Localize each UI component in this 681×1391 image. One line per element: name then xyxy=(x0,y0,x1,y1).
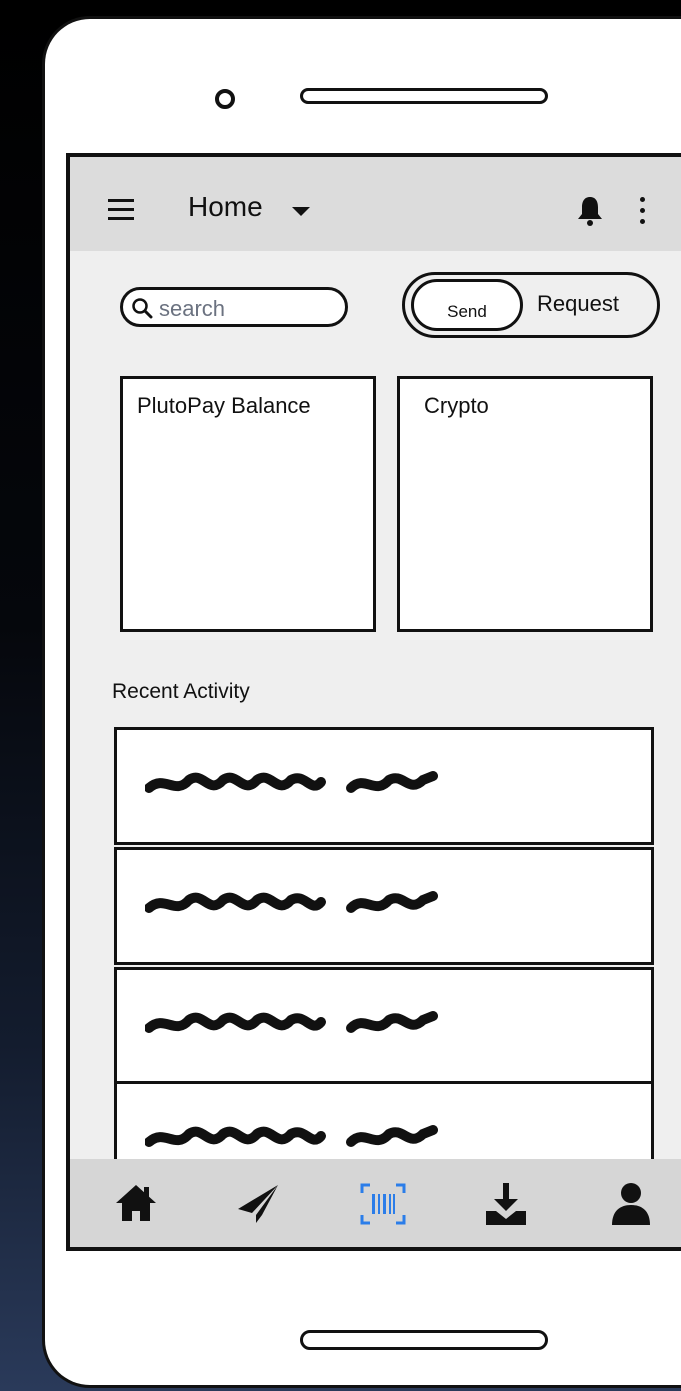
speaker-grille xyxy=(300,88,548,104)
send-icon[interactable] xyxy=(234,1181,282,1225)
hamburger-menu-icon[interactable] xyxy=(108,199,134,221)
search-icon xyxy=(132,298,153,319)
more-options-icon[interactable] xyxy=(640,197,646,225)
bottom-navigation xyxy=(70,1159,681,1247)
notification-bell-icon[interactable] xyxy=(575,195,605,227)
page-title[interactable]: Home xyxy=(188,191,263,223)
profile-icon[interactable] xyxy=(608,1181,654,1227)
activity-row[interactable] xyxy=(114,847,654,965)
app-screen: Home search Send Request PlutoPay Balanc… xyxy=(66,153,681,1251)
scribble-placeholder-icon xyxy=(145,1125,438,1147)
camera-icon xyxy=(215,89,235,109)
crypto-card[interactable]: Crypto xyxy=(397,376,653,632)
search-input[interactable]: search xyxy=(120,287,348,327)
scribble-placeholder-icon xyxy=(145,1011,438,1033)
app-bar: Home xyxy=(70,157,681,251)
home-icon[interactable] xyxy=(112,1181,160,1225)
card-title: Crypto xyxy=(424,393,489,418)
device-home-button[interactable] xyxy=(300,1330,548,1350)
scribble-placeholder-icon xyxy=(145,771,438,793)
send-request-toggle[interactable]: Send Request xyxy=(402,272,660,338)
activity-row[interactable] xyxy=(114,727,654,845)
send-toggle-option[interactable]: Send xyxy=(411,279,523,331)
download-icon[interactable] xyxy=(482,1181,530,1227)
activity-row[interactable] xyxy=(114,967,654,1085)
chevron-down-icon[interactable] xyxy=(292,207,310,216)
request-toggle-option[interactable]: Request xyxy=(537,291,619,317)
search-placeholder: search xyxy=(159,296,226,321)
barcode-scan-icon[interactable] xyxy=(358,1181,408,1227)
card-title: PlutoPay Balance xyxy=(137,393,311,418)
scribble-placeholder-icon xyxy=(145,891,438,913)
plutopay-balance-card[interactable]: PlutoPay Balance xyxy=(120,376,376,632)
recent-activity-heading: Recent Activity xyxy=(112,680,250,703)
